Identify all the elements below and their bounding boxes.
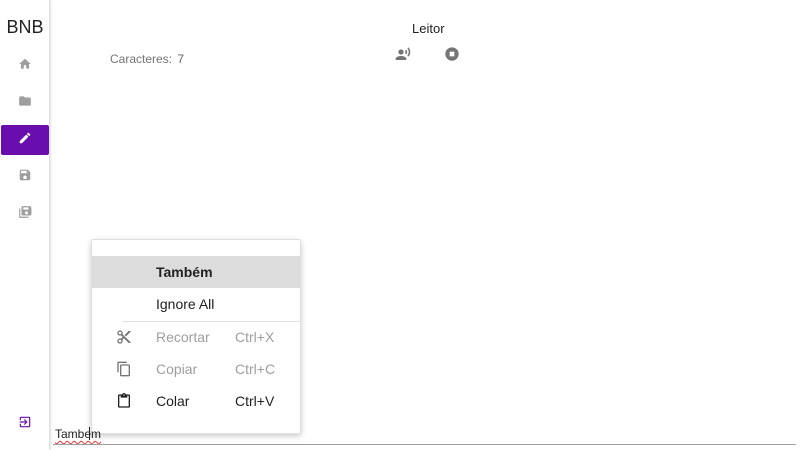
- ignore-all-item[interactable]: Ignore All: [92, 288, 300, 320]
- cut-shortcut: Ctrl+X: [235, 329, 275, 345]
- clipboard-icon: [116, 393, 132, 409]
- paste-item[interactable]: Colar Ctrl+V: [92, 385, 300, 417]
- logout-button[interactable]: [1, 410, 49, 438]
- copy-item[interactable]: Copiar Ctrl+C: [92, 353, 300, 385]
- sidebar-item-folder[interactable]: [1, 88, 49, 118]
- scissors-icon: [116, 329, 132, 345]
- brand-logo: BNB: [6, 17, 44, 37]
- record-voice-icon: [395, 46, 411, 67]
- sidebar-item-home[interactable]: [1, 51, 49, 81]
- spelling-suggestion[interactable]: Também: [92, 256, 300, 288]
- text-caret: [89, 427, 90, 440]
- ignore-all-label: Ignore All: [156, 296, 215, 312]
- sidebar: BNB: [0, 0, 50, 450]
- context-menu: Também Ignore All Recortar Ctrl+X Copiar…: [91, 239, 301, 434]
- home-icon: [18, 57, 32, 76]
- editor-underline: [53, 444, 796, 445]
- stop-button[interactable]: [442, 46, 462, 66]
- cut-item[interactable]: Recortar Ctrl+X: [92, 321, 300, 353]
- page-title: Leitor: [412, 21, 445, 36]
- copy-shortcut: Ctrl+C: [235, 361, 276, 377]
- save-icon: [18, 168, 32, 187]
- logout-icon: [18, 415, 32, 434]
- sidebar-item-edit[interactable]: [1, 125, 49, 155]
- sidebar-item-save[interactable]: [1, 162, 49, 192]
- char-count-label: Caracteres:: [110, 52, 173, 66]
- spelling-suggestion-label: Também: [156, 264, 213, 280]
- editor-input[interactable]: Tambem: [55, 427, 101, 441]
- paste-label: Colar: [156, 393, 190, 409]
- sidebar-item-save-all[interactable]: [1, 199, 49, 229]
- paste-shortcut: Ctrl+V: [235, 393, 275, 409]
- copy-label: Copiar: [156, 361, 198, 377]
- copy-icon: [116, 361, 132, 377]
- char-count: Caracteres: 7: [110, 52, 184, 66]
- char-count-value: 7: [177, 52, 185, 66]
- save-all-icon: [18, 205, 32, 224]
- read-aloud-button[interactable]: [393, 46, 413, 66]
- folder-icon: [18, 94, 32, 113]
- pencil-icon: [18, 131, 32, 150]
- stop-icon: [444, 46, 460, 67]
- cut-label: Recortar: [156, 329, 210, 345]
